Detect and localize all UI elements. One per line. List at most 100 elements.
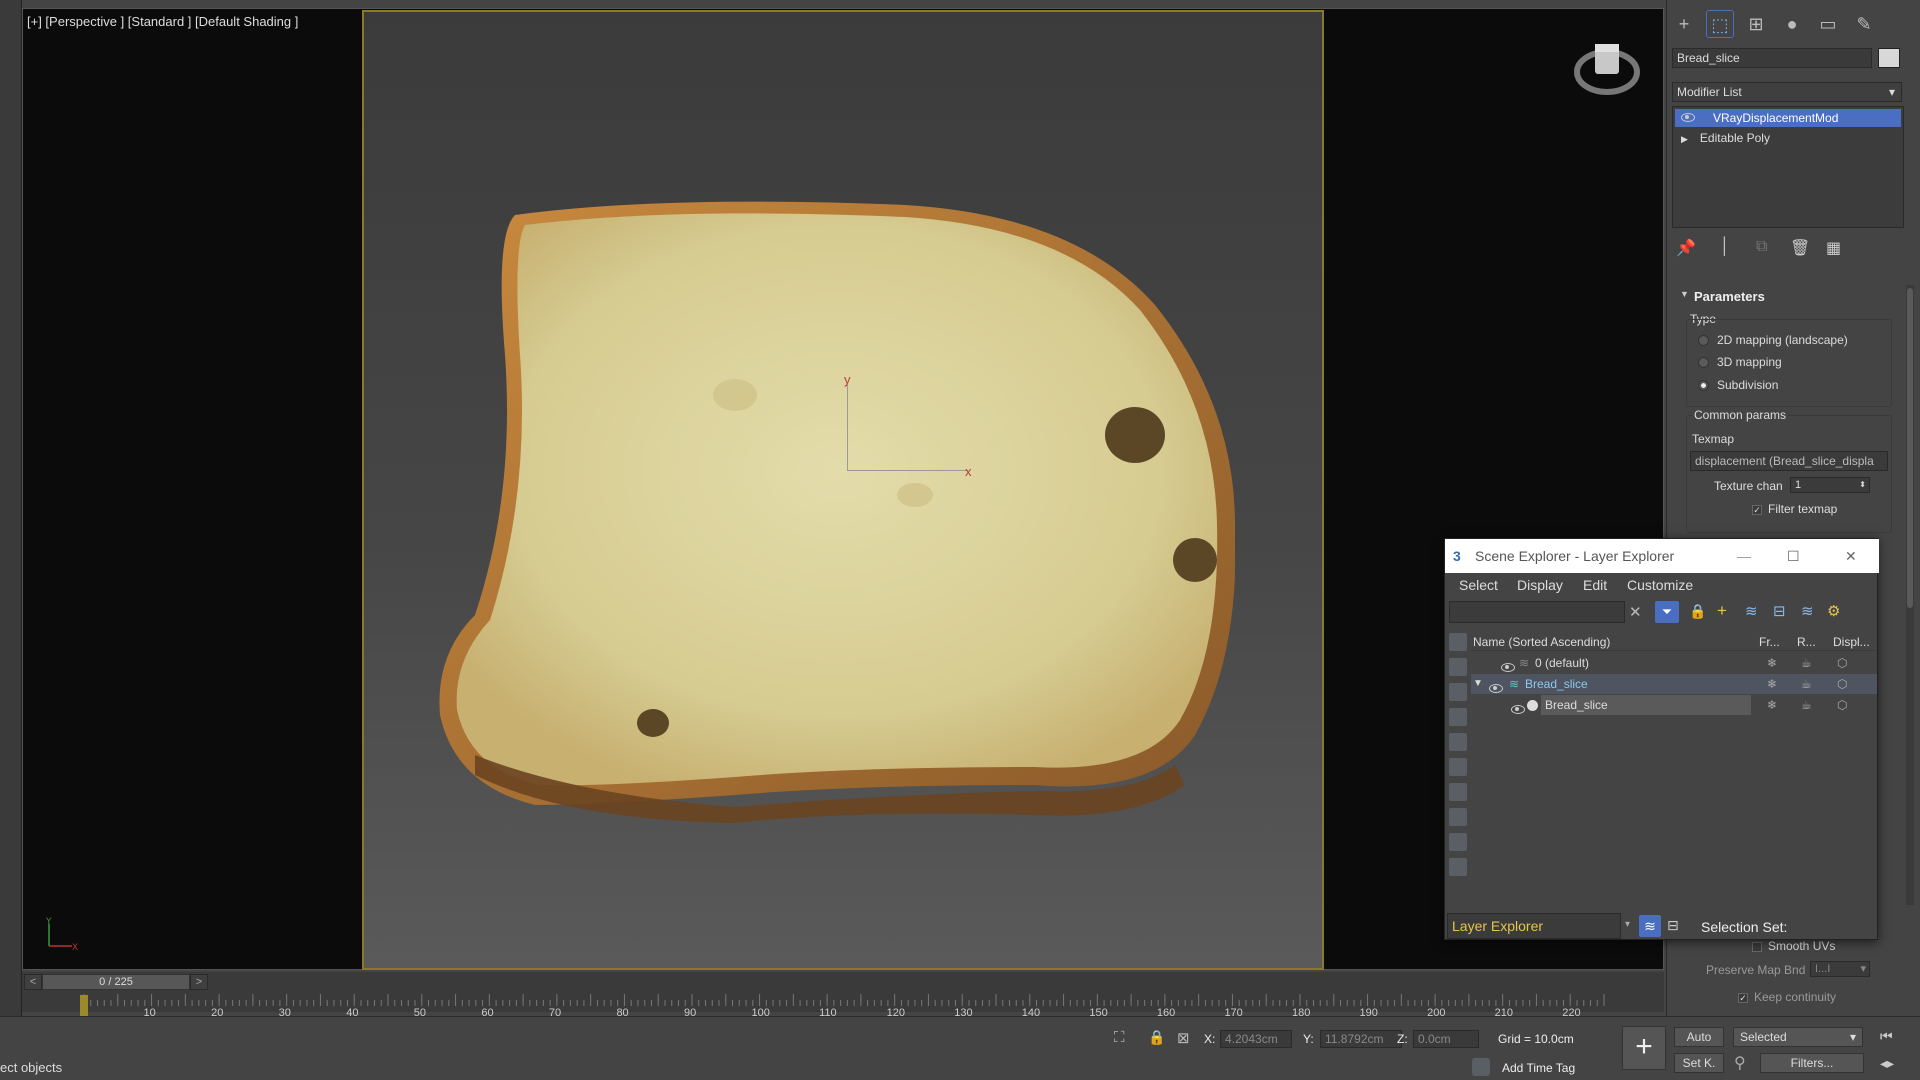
- texmap-button[interactable]: displacement (Bread_slice_displa: [1690, 451, 1888, 471]
- display-icon[interactable]: ⬡: [1837, 653, 1847, 673]
- display-shapes-icon[interactable]: [1449, 658, 1467, 676]
- freeze-icon[interactable]: ❄: [1767, 695, 1777, 715]
- key-mode-icon[interactable]: ⚲: [1734, 1053, 1746, 1073]
- set-key-button[interactable]: Set K.: [1674, 1053, 1724, 1073]
- expand-arrow-icon[interactable]: ▼: [1473, 674, 1483, 694]
- z-coord-field[interactable]: 0.0cm: [1413, 1030, 1479, 1048]
- render-icon[interactable]: ☕: [1801, 653, 1812, 673]
- column-name[interactable]: Name (Sorted Ascending): [1473, 633, 1610, 651]
- layer-row-bread-slice[interactable]: ▼ ≋ Bread_slice ❄ ☕ ⬡: [1471, 674, 1877, 694]
- visibility-eye-icon[interactable]: [1511, 705, 1525, 714]
- maximize-icon[interactable]: ☐: [1787, 539, 1800, 573]
- scrollbar-thumb[interactable]: [1907, 288, 1913, 608]
- object-color-swatch[interactable]: [1878, 48, 1900, 68]
- motion-tab-icon[interactable]: ●: [1778, 10, 1806, 38]
- scene-explorer-titlebar[interactable]: 3 Scene Explorer - Layer Explorer — ☐ ✕: [1445, 539, 1879, 573]
- viewcube-icon[interactable]: [1572, 36, 1642, 106]
- menu-select[interactable]: Select: [1459, 577, 1498, 593]
- collapse-arrow-icon[interactable]: ▼: [1680, 289, 1689, 299]
- make-unique-icon[interactable]: ⧉: [1756, 238, 1767, 256]
- bread-slice-model[interactable]: [435, 195, 1235, 835]
- chevron-down-icon[interactable]: ▾: [1625, 919, 1630, 930]
- radio-2d-mapping[interactable]: 2D mapping (landscape): [1698, 333, 1848, 347]
- create-layer-icon[interactable]: +: [1717, 601, 1727, 621]
- display-spacewarps-icon[interactable]: [1449, 758, 1467, 776]
- hierarchy-icon[interactable]: ⊟: [1773, 602, 1786, 620]
- key-step-icon[interactable]: ◂▸: [1880, 1055, 1894, 1072]
- display-bones-icon[interactable]: [1449, 833, 1467, 851]
- remove-modifier-icon[interactable]: 🗑: [1790, 238, 1810, 258]
- radio-button[interactable]: [1698, 380, 1709, 392]
- spinner-arrows-icon[interactable]: ⬍: [1859, 478, 1866, 492]
- visibility-eye-icon[interactable]: [1489, 684, 1503, 693]
- go-to-start-icon[interactable]: ⏮: [1880, 1028, 1893, 1045]
- display-containers-icon[interactable]: [1449, 858, 1467, 876]
- layer-settings-icon[interactable]: ⚙: [1827, 602, 1840, 620]
- layer-row-default[interactable]: ≋ 0 (default) ❄ ☕ ⬡: [1471, 653, 1877, 673]
- display-tab-icon[interactable]: ▭: [1814, 10, 1842, 38]
- timeline-ruler[interactable]: [80, 992, 1640, 1010]
- next-frame-button[interactable]: >: [190, 974, 208, 990]
- display-geometry-icon[interactable]: [1449, 633, 1467, 651]
- stack-item-vraydisplacement[interactable]: VRayDisplacementMod: [1675, 109, 1901, 127]
- time-slider[interactable]: 0 / 225: [42, 974, 190, 990]
- keep-continuity-checkbox[interactable]: ✓ Keep continuity: [1738, 990, 1836, 1004]
- create-tab-icon[interactable]: +: [1670, 10, 1698, 38]
- checkbox[interactable]: ✓: [1738, 992, 1748, 1003]
- radio-subdivision[interactable]: Subdivision: [1698, 378, 1778, 392]
- lock-icon[interactable]: 🔒: [1689, 603, 1706, 620]
- time-marker[interactable]: [80, 995, 88, 1017]
- display-cameras-icon[interactable]: [1449, 708, 1467, 726]
- freeze-icon[interactable]: ❄: [1767, 674, 1777, 694]
- texture-chan-spinner[interactable]: 1 ⬍: [1790, 477, 1870, 493]
- column-freeze[interactable]: Fr...: [1759, 633, 1780, 651]
- rollout-title[interactable]: Parameters: [1694, 289, 1765, 304]
- prev-frame-button[interactable]: <: [24, 974, 42, 990]
- filter-icon[interactable]: ⏷: [1655, 601, 1679, 623]
- layer-stack-icon[interactable]: ≋: [1801, 602, 1814, 620]
- x-coord-field[interactable]: 4.2043cm: [1220, 1030, 1292, 1048]
- configure-modifier-sets-icon[interactable]: ▦: [1826, 238, 1841, 258]
- render-icon[interactable]: ☕: [1801, 674, 1812, 694]
- minimize-icon[interactable]: —: [1737, 539, 1751, 573]
- layers-icon[interactable]: ≋: [1745, 602, 1758, 620]
- display-xrefs-icon[interactable]: [1449, 808, 1467, 826]
- explorer-type-dropdown[interactable]: Layer Explorer: [1447, 913, 1621, 939]
- auto-key-button[interactable]: Auto: [1674, 1027, 1724, 1047]
- display-groups-icon[interactable]: [1449, 783, 1467, 801]
- add-key-icon[interactable]: +: [1622, 1026, 1666, 1070]
- time-tag-icon[interactable]: [1472, 1058, 1490, 1076]
- display-icon[interactable]: ⬡: [1837, 695, 1847, 715]
- object-row-bread-slice[interactable]: Bread_slice ❄ ☕ ⬡: [1471, 695, 1877, 715]
- visibility-eye-icon[interactable]: [1501, 663, 1515, 672]
- layer-mode-icon[interactable]: ≋: [1639, 915, 1661, 937]
- utilities-tab-icon[interactable]: ✎: [1850, 10, 1878, 38]
- menu-customize[interactable]: Customize: [1627, 577, 1693, 593]
- radio-button[interactable]: [1698, 357, 1709, 369]
- viewport-label[interactable]: [+] [Perspective ] [Standard ] [Default …: [27, 14, 298, 29]
- column-display[interactable]: Displ...: [1833, 633, 1870, 651]
- hierarchy-tab-icon[interactable]: ⊞: [1742, 10, 1770, 38]
- radio-button[interactable]: [1698, 335, 1709, 347]
- display-lights-icon[interactable]: [1449, 683, 1467, 701]
- radio-3d-mapping[interactable]: 3D mapping: [1698, 355, 1782, 369]
- display-icon[interactable]: ⬡: [1837, 674, 1847, 694]
- freeze-icon[interactable]: ❄: [1767, 653, 1777, 673]
- menu-edit[interactable]: Edit: [1583, 577, 1607, 593]
- object-name-field[interactable]: Bread_slice: [1672, 48, 1872, 68]
- modifier-list-dropdown[interactable]: Modifier List ▾: [1672, 82, 1902, 102]
- smooth-uvs-checkbox[interactable]: Smooth UVs: [1752, 939, 1835, 953]
- display-helpers-icon[interactable]: [1449, 733, 1467, 751]
- pin-stack-icon[interactable]: 📌: [1676, 238, 1696, 258]
- isolate-icon[interactable]: ⛶: [1114, 1029, 1125, 1046]
- expand-arrow-icon[interactable]: ▶: [1681, 134, 1688, 144]
- column-render[interactable]: R...: [1797, 633, 1816, 651]
- menu-display[interactable]: Display: [1517, 577, 1563, 593]
- filter-texmap-checkbox[interactable]: ✓ Filter texmap: [1752, 502, 1837, 516]
- checkbox[interactable]: ✓: [1752, 504, 1762, 515]
- add-time-tag-button[interactable]: Add Time Tag: [1502, 1061, 1575, 1075]
- key-filter-dropdown[interactable]: Selected ▾: [1733, 1027, 1863, 1047]
- lock-icon[interactable]: 🔒: [1148, 1029, 1165, 1046]
- visibility-eye-icon[interactable]: [1681, 113, 1695, 122]
- hierarchy-mode-icon[interactable]: ⊟: [1667, 917, 1679, 934]
